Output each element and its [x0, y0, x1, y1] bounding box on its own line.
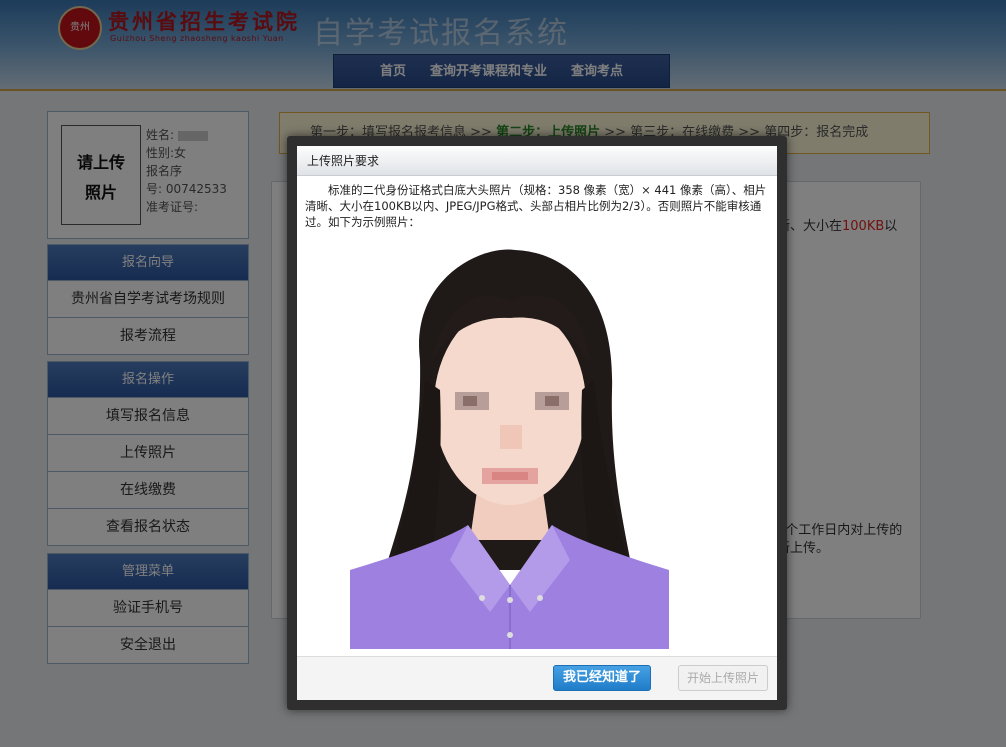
- sample-photo: [350, 240, 669, 649]
- dialog-footer: 我已经知道了 开始上传照片: [297, 656, 777, 700]
- dialog-body: 上传照片要求 标准的二代身份证格式白底大头照片（规格：358 像素（宽）× 44…: [297, 146, 777, 700]
- upload-requirements-dialog: 上传照片要求 标准的二代身份证格式白底大头照片（规格：358 像素（宽）× 44…: [287, 136, 787, 710]
- dialog-description: 标准的二代身份证格式白底大头照片（规格：358 像素（宽）× 441 像素（高）…: [305, 183, 767, 229]
- sample-portrait-image: [350, 249, 669, 649]
- start-upload-button[interactable]: 开始上传照片: [677, 665, 768, 691]
- dialog-title: 上传照片要求: [297, 146, 777, 176]
- acknowledge-button[interactable]: 我已经知道了: [552, 665, 651, 691]
